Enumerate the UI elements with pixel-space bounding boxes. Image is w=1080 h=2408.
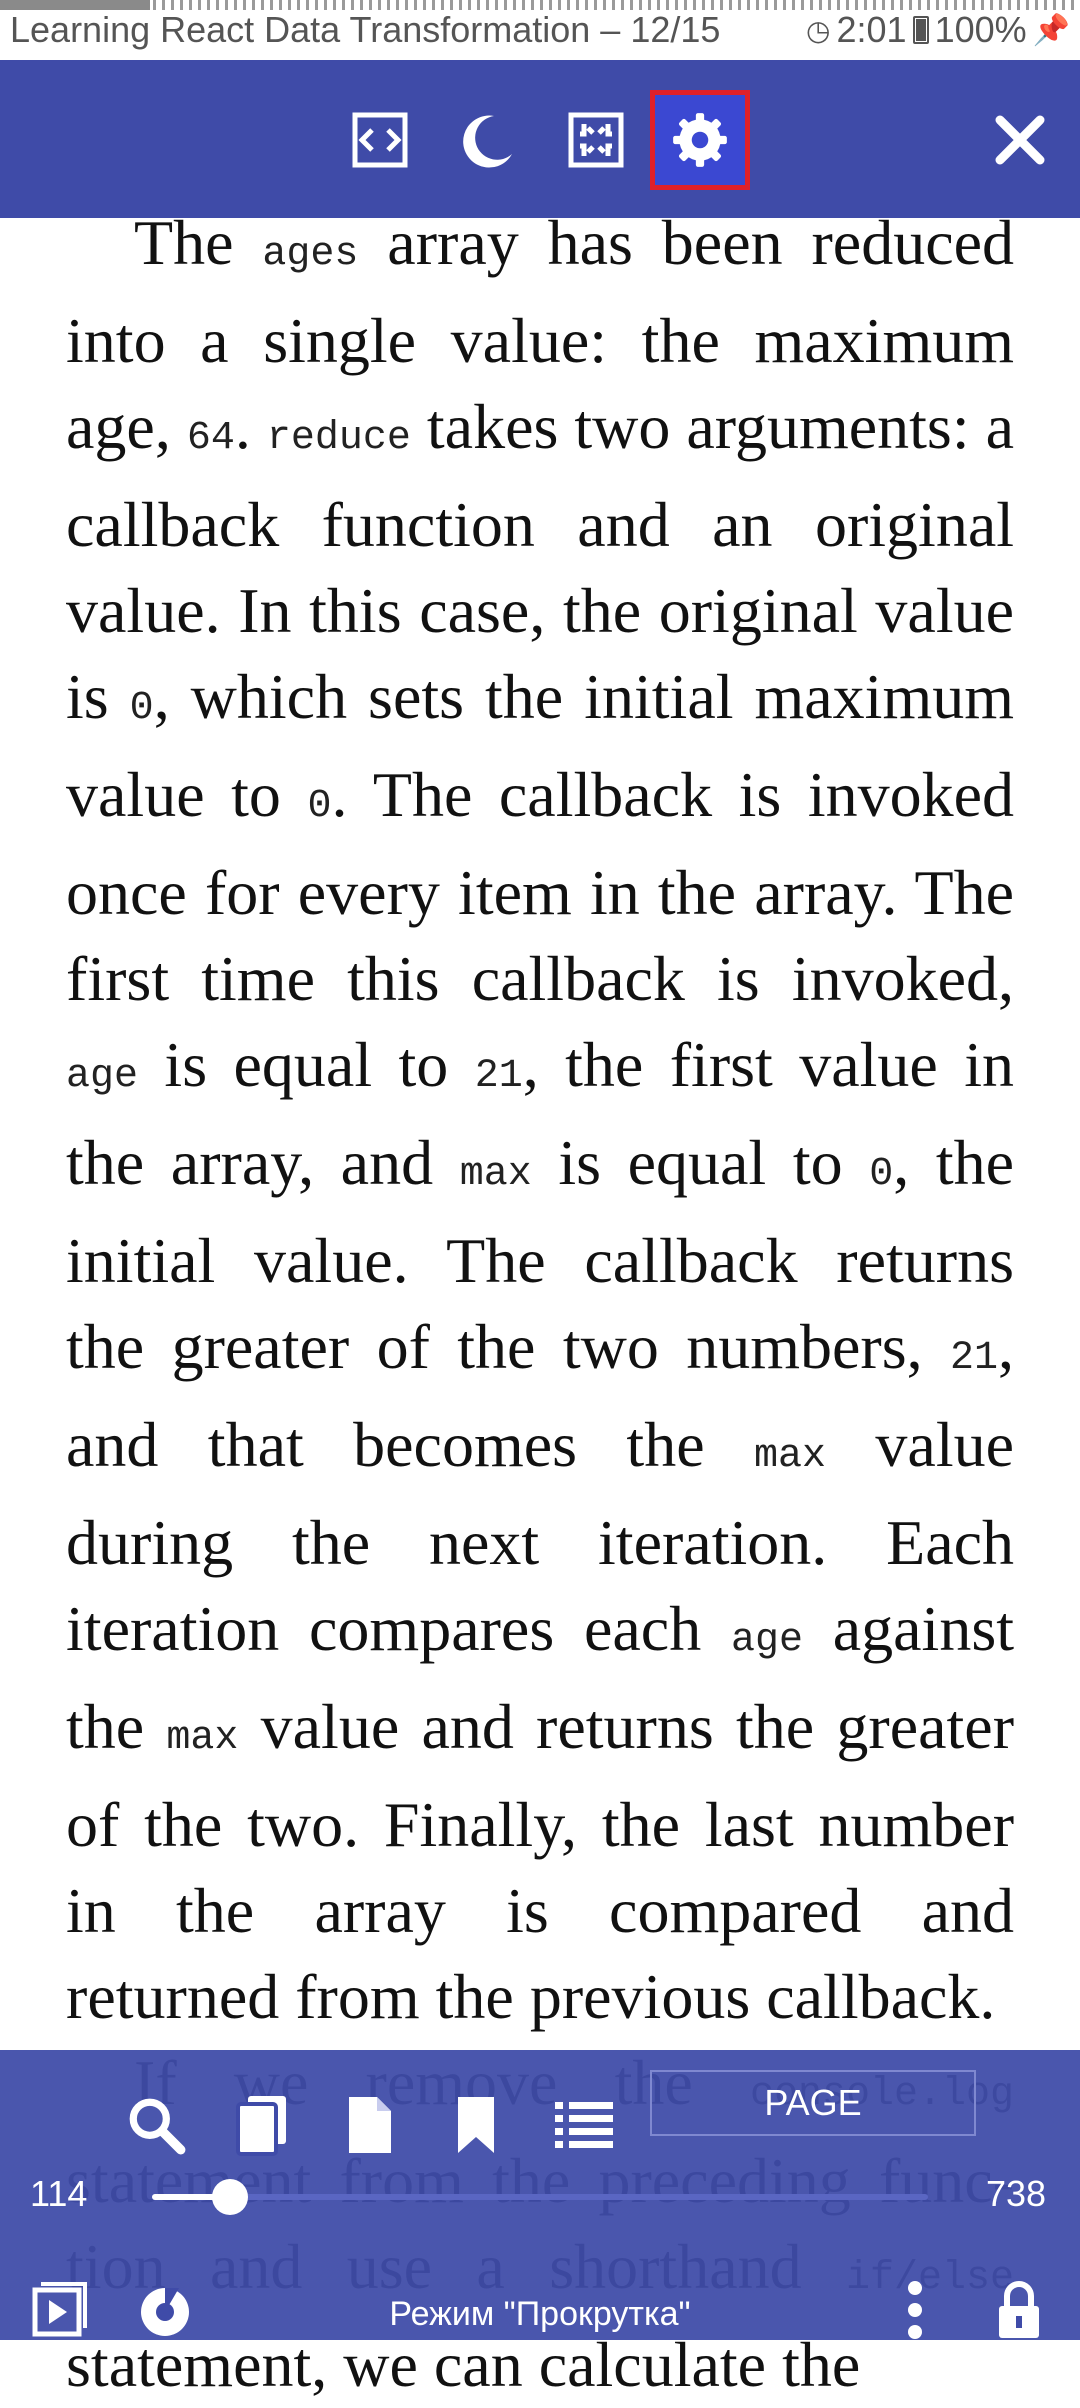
- fullscreen-icon: [568, 112, 624, 168]
- status-bar: Learning React Data Transformation – 12/…: [0, 0, 1080, 60]
- bookmark-button[interactable]: [436, 2085, 516, 2165]
- contents-button[interactable]: [544, 2085, 624, 2165]
- inline-code: ages: [262, 232, 359, 277]
- contents-list-icon: [555, 2102, 613, 2148]
- total-pages: 738: [986, 2173, 1047, 2214]
- inline-code: age: [66, 1054, 139, 1099]
- status-time: 2:01: [836, 9, 907, 50]
- inline-code: 21: [949, 1336, 998, 1381]
- search-button[interactable]: [116, 2085, 196, 2165]
- inline-code: 0: [307, 784, 332, 829]
- lock-icon: [999, 2281, 1039, 2338]
- inline-code: max: [459, 1152, 532, 1197]
- battery-icon: [912, 16, 929, 44]
- pages-button[interactable]: [222, 2085, 302, 2165]
- inline-code: age: [730, 1618, 803, 1663]
- page-slider-thumb[interactable]: [211, 2179, 248, 2215]
- top-toolbar: [0, 60, 1080, 218]
- inline-code: 0: [129, 686, 154, 731]
- more-options-button[interactable]: [880, 2275, 950, 2345]
- status-battery: 100%: [934, 9, 1027, 50]
- night-mode-button[interactable]: [438, 90, 538, 190]
- page-button-icon[interactable]: [330, 2085, 410, 2165]
- current-page: 114: [30, 2173, 88, 2214]
- mode-label[interactable]: Режим "Прокрутка": [300, 2295, 780, 2334]
- paragraph-1: The ages array has been reduced into a s…: [66, 207, 1015, 2032]
- bookmark-icon: [458, 2097, 494, 2153]
- speed-button[interactable]: [130, 2275, 200, 2345]
- fullscreen-button[interactable]: [546, 90, 646, 190]
- inline-code: 21: [474, 1054, 523, 1099]
- inline-code: max: [166, 1716, 239, 1761]
- inline-code: 64: [186, 416, 235, 461]
- page-icon: [349, 2097, 391, 2153]
- pin-icon: 📌: [1032, 13, 1070, 47]
- more-vert-icon: [908, 2281, 922, 2339]
- clock-icon: ◷: [806, 14, 831, 46]
- close-icon: [995, 115, 1045, 165]
- night-mode-icon: [463, 115, 512, 168]
- speed-icon: [141, 2288, 189, 2336]
- page-slider[interactable]: [152, 2179, 928, 2215]
- bottom-panel: PAGE 114 738 Режим "Прокрутка": [0, 2050, 1080, 2340]
- settings-gear-icon: [673, 113, 727, 167]
- pages-icon: [236, 2096, 286, 2156]
- fit-width-button[interactable]: [330, 90, 430, 190]
- fit-width-icon: [352, 112, 408, 168]
- autoscroll-button[interactable]: [24, 2275, 94, 2345]
- page-button[interactable]: PAGE: [650, 2070, 976, 2136]
- search-icon: [129, 2098, 186, 2155]
- status-right-group: ◷ 2:01 100% 📌: [806, 9, 1070, 51]
- status-title: Learning React Data Transformation – 12/…: [10, 9, 721, 50]
- autoscroll-icon: [32, 2282, 87, 2337]
- inline-code: reduce: [266, 416, 411, 461]
- close-button[interactable]: [970, 90, 1070, 190]
- status-progress-strip: [0, 0, 1080, 10]
- lock-button[interactable]: [984, 2275, 1054, 2345]
- inline-code: max: [754, 1434, 827, 1479]
- settings-button[interactable]: [650, 90, 750, 190]
- inline-code: 0: [869, 1152, 894, 1197]
